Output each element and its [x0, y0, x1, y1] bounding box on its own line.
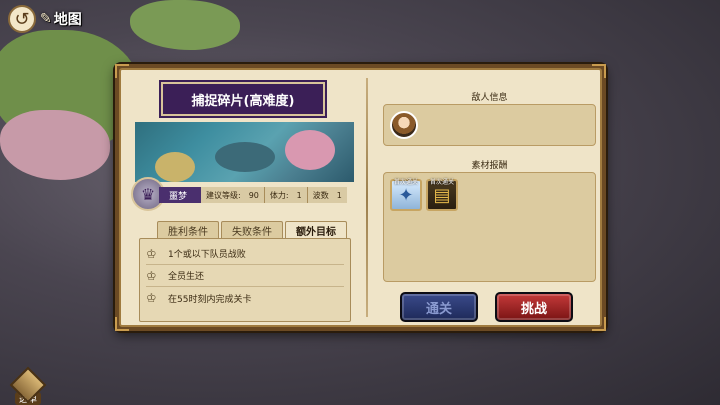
- book-icon[interactable]: 首次通关 ▤: [426, 179, 458, 211]
- back-arrow-icon: ↺: [14, 8, 30, 30]
- reward-tag: 首次通关: [429, 179, 454, 186]
- reward-box: 首次通关 ✦ 首次通关 ▤: [383, 172, 596, 282]
- clear-button[interactable]: 通关: [400, 292, 478, 322]
- goal-text: 在55时刻内完成关卡: [168, 294, 252, 305]
- feather-icon: ✎: [40, 11, 52, 27]
- wave-count: 波数 1: [306, 187, 347, 203]
- stage-info-bar: 噩梦 建议等级: 90 体力: 1 波数 1: [135, 186, 355, 204]
- map-island: [0, 110, 110, 180]
- enemy-section-title: 敌人信息: [471, 93, 508, 103]
- map-island: [130, 0, 240, 50]
- stat-value: 1: [336, 190, 342, 200]
- map-label: 地图: [53, 12, 82, 28]
- dialog-panel: 捕捉碎片(高难度) ♛ 噩梦 建议等级: 90 体力: 1 波数 1 胜利条件 …: [115, 64, 606, 331]
- crown-icon: ♔: [146, 246, 157, 261]
- corner-ornament: [115, 317, 129, 331]
- stage-stats: 建议等级: 90 体力: 1 波数 1: [201, 187, 347, 203]
- corner-ornament: [592, 317, 606, 331]
- crown-icon: ♔: [146, 268, 157, 283]
- tab-extra-objectives[interactable]: 额外目标: [285, 221, 347, 239]
- difficulty-label: 噩梦: [159, 187, 202, 203]
- menu-button[interactable]: 选单: [8, 362, 48, 405]
- top-bar: ↺ ✎ 地图: [8, 4, 82, 34]
- stat-label: 建议等级:: [206, 190, 241, 200]
- stage-title: 捕捉碎片(高难度): [161, 82, 325, 116]
- crystal-icon[interactable]: 首次通关 ✦: [390, 179, 422, 211]
- enemy-info-box: [383, 104, 596, 146]
- stamina-cost: 体力: 1: [263, 187, 307, 203]
- tab-defeat-conditions[interactable]: 失败条件: [221, 221, 283, 239]
- list-item: ♔ 在55时刻内完成关卡: [146, 287, 344, 309]
- stat-value: 1: [296, 190, 302, 200]
- challenge-button[interactable]: 挑战: [495, 292, 573, 322]
- stat-value: 90: [248, 190, 259, 200]
- condition-tabs: 胜利条件 失败条件 额外目标: [157, 221, 347, 239]
- recommended-level: 建议等级: 90: [201, 187, 264, 203]
- goal-text: 1个或以下队员战败: [168, 250, 246, 260]
- corner-ornament: [115, 64, 129, 78]
- goal-text: 全员生还: [168, 272, 205, 282]
- list-item: ♔ 1个或以下队员战败: [146, 243, 344, 265]
- panel-divider: [366, 78, 368, 317]
- stage-info-dialog: 捕捉碎片(高难度) ♛ 噩梦 建议等级: 90 体力: 1 波数 1 胜利条件 …: [115, 64, 606, 331]
- stage-preview-image: [135, 122, 354, 182]
- objectives-panel: ♔ 1个或以下队员战败 ♔ 全员生还 ♔ 在55时刻内完成关卡: [139, 238, 351, 322]
- corner-ornament: [592, 64, 606, 78]
- back-button[interactable]: ↺: [8, 5, 36, 33]
- reward-section-title: 素材报酬: [471, 161, 508, 171]
- enemy-portrait[interactable]: [390, 111, 418, 139]
- list-item: ♔ 全员生还: [146, 265, 344, 287]
- stat-label: 体力:: [269, 190, 289, 200]
- map-button[interactable]: ✎ 地图: [40, 9, 82, 29]
- crown-icon: ♔: [146, 291, 157, 305]
- tab-victory-conditions[interactable]: 胜利条件: [157, 221, 219, 239]
- reward-tag: 首次通关: [393, 179, 418, 186]
- stat-label: 波数: [312, 190, 329, 200]
